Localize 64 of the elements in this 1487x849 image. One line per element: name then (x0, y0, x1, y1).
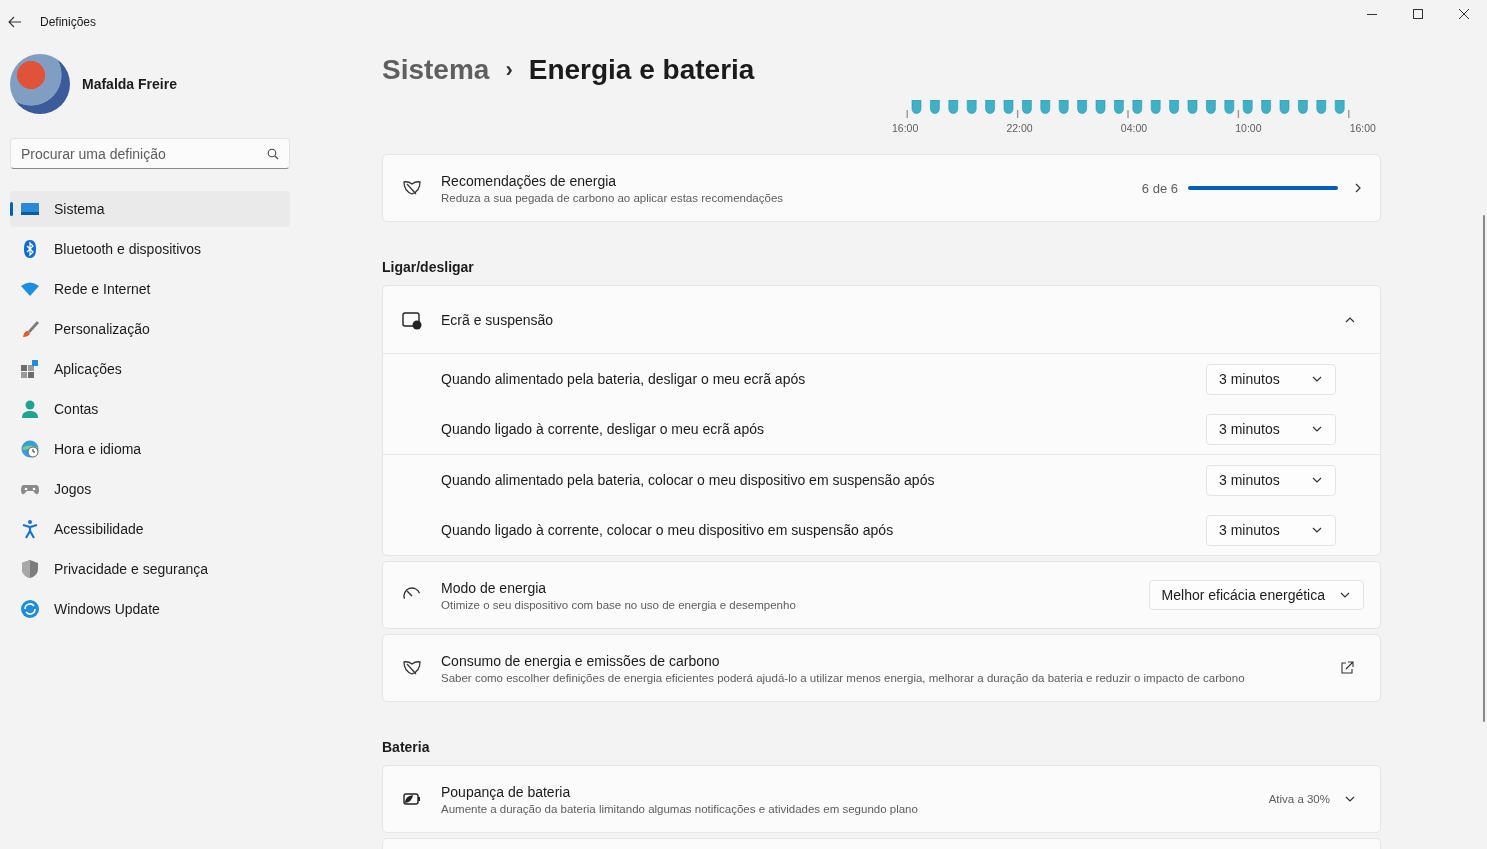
setting-card[interactable]: Poupança de bateria Aumente a duração da bateria limitando algumas notificações e atividades em segundo plano Ativa a 30% (382, 765, 1381, 833)
sidebar-item[interactable]: Acessibilidade (10, 511, 290, 547)
user-name: Mafalda Freire (82, 76, 177, 92)
sidebar-item[interactable]: Bluetooth e dispositivos (10, 231, 290, 267)
sidebar-item[interactable]: Privacidade e segurança (10, 551, 290, 587)
sidebar-item[interactable]: Contas (10, 391, 290, 427)
setting-card[interactable]: Recomendações de energia Reduza a sua pegada de carbono ao aplicar estas recomendações 6 de 6 (382, 154, 1381, 222)
card-title: Consumo de energia e emissões de carbono (441, 652, 721, 669)
section-header: Ligar/desligar (382, 259, 475, 275)
card-description: Reduza a sua pegada de carbono ao aplicar estas recomendações (441, 191, 785, 204)
setting-label: Quando ligado à corrente, colocar o meu dispositivo em suspensão após (441, 522, 894, 538)
timeout-dropdown[interactable]: 3 minutos (1206, 514, 1336, 546)
user-avatar[interactable] (10, 54, 70, 114)
accessibility-icon (20, 519, 40, 539)
person-icon (20, 399, 40, 419)
sidebar-item[interactable]: Personalização (10, 311, 290, 347)
search-icon (267, 147, 279, 160)
page-title: Energia e bateria (528, 54, 755, 86)
timeout-dropdown[interactable]: 3 minutos (1206, 363, 1336, 395)
setting-label: Quando alimentado pela bateria, desligar o meu ecrã após (441, 371, 806, 387)
setting-card[interactable]: Consumo de energia e emissões de carbono Saber como escolher definições de energia eficientes poderá ajudá-lo a utilizar menos energia, melhorar a duração da bateria e reduzir o impacto de carbono (382, 634, 1381, 702)
card-description: Otimize o seu dispositivo com base no uso de energia e desempenho (441, 598, 797, 611)
card-title: Ecrã e suspensão (441, 311, 555, 328)
breadcrumb-link[interactable]: Sistema (382, 54, 490, 86)
power-mode-dropdown[interactable]: Melhor eficácia energética (1148, 580, 1364, 610)
screen-moon-icon (401, 309, 423, 330)
sidebar-item[interactable]: Sistema (10, 191, 290, 227)
card-title: Recomendações de energia (441, 172, 618, 189)
section-header: Bateria (382, 739, 431, 755)
card-title: Poupança de bateria (441, 783, 572, 800)
timeout-dropdown[interactable]: 3 minutos (1206, 413, 1336, 445)
sidebar-item[interactable]: Rede e Internet (10, 271, 290, 307)
maximize-icon (1413, 9, 1423, 19)
setting-card[interactable]: Modo de energia Otimize o seu dispositivo com base no uso de energia e desempenho Melhor eficácia energética (382, 561, 1381, 629)
minimize-icon (1367, 13, 1377, 15)
time-axis-label: 10:00 (1235, 122, 1262, 134)
back-arrow-icon[interactable] (8, 16, 22, 28)
time-axis-label: 16:00 (892, 122, 919, 134)
timeout-dropdown[interactable]: 3 minutos (1206, 464, 1336, 496)
window-title: Definições (40, 15, 97, 29)
card-title: Modo de energia (441, 579, 548, 596)
card-description: Saber como escolher definições de energia eficientes poderá ajudá-lo a utilizar menos energia, melhorar a duração da bateria e reduzir o impacto de carbono (441, 671, 1246, 684)
paintbrush-icon (20, 319, 40, 339)
recommendation-count: 6 de 6 (1141, 180, 1178, 196)
scrollbar[interactable] (1483, 215, 1485, 722)
breadcrumb-separator: › (505, 57, 513, 83)
close-icon (1459, 9, 1469, 19)
sidebar-item[interactable]: Aplicações (10, 351, 290, 387)
time-axis-label: 16:00 (1349, 122, 1376, 134)
card-description: Aumente a duração da bateria limitando algumas notificações e atividades em segundo plano (441, 802, 919, 815)
sidebar-item[interactable]: Windows Update (10, 591, 290, 627)
search-field[interactable]: Procurar uma definição (10, 138, 290, 169)
globe-clock-icon (20, 439, 40, 459)
setting-label: Quando ligado à corrente, desligar o meu ecrã após (441, 421, 764, 437)
sync-icon (20, 599, 40, 619)
status-text: Ativa a 30% (1268, 793, 1330, 805)
time-axis-label: 04:00 (1120, 122, 1148, 134)
app-grid-icon (20, 359, 40, 379)
sidebar-item[interactable]: Hora e idioma (10, 431, 290, 467)
external-link-icon[interactable] (1340, 661, 1354, 675)
setting-label: Quando alimentado pela bateria, colocar o meu dispositivo em suspensão após (441, 472, 935, 488)
shield-icon (20, 559, 40, 579)
sidebar-item[interactable]: Jogos (10, 471, 290, 507)
time-axis-label: 22:00 (1006, 122, 1033, 134)
